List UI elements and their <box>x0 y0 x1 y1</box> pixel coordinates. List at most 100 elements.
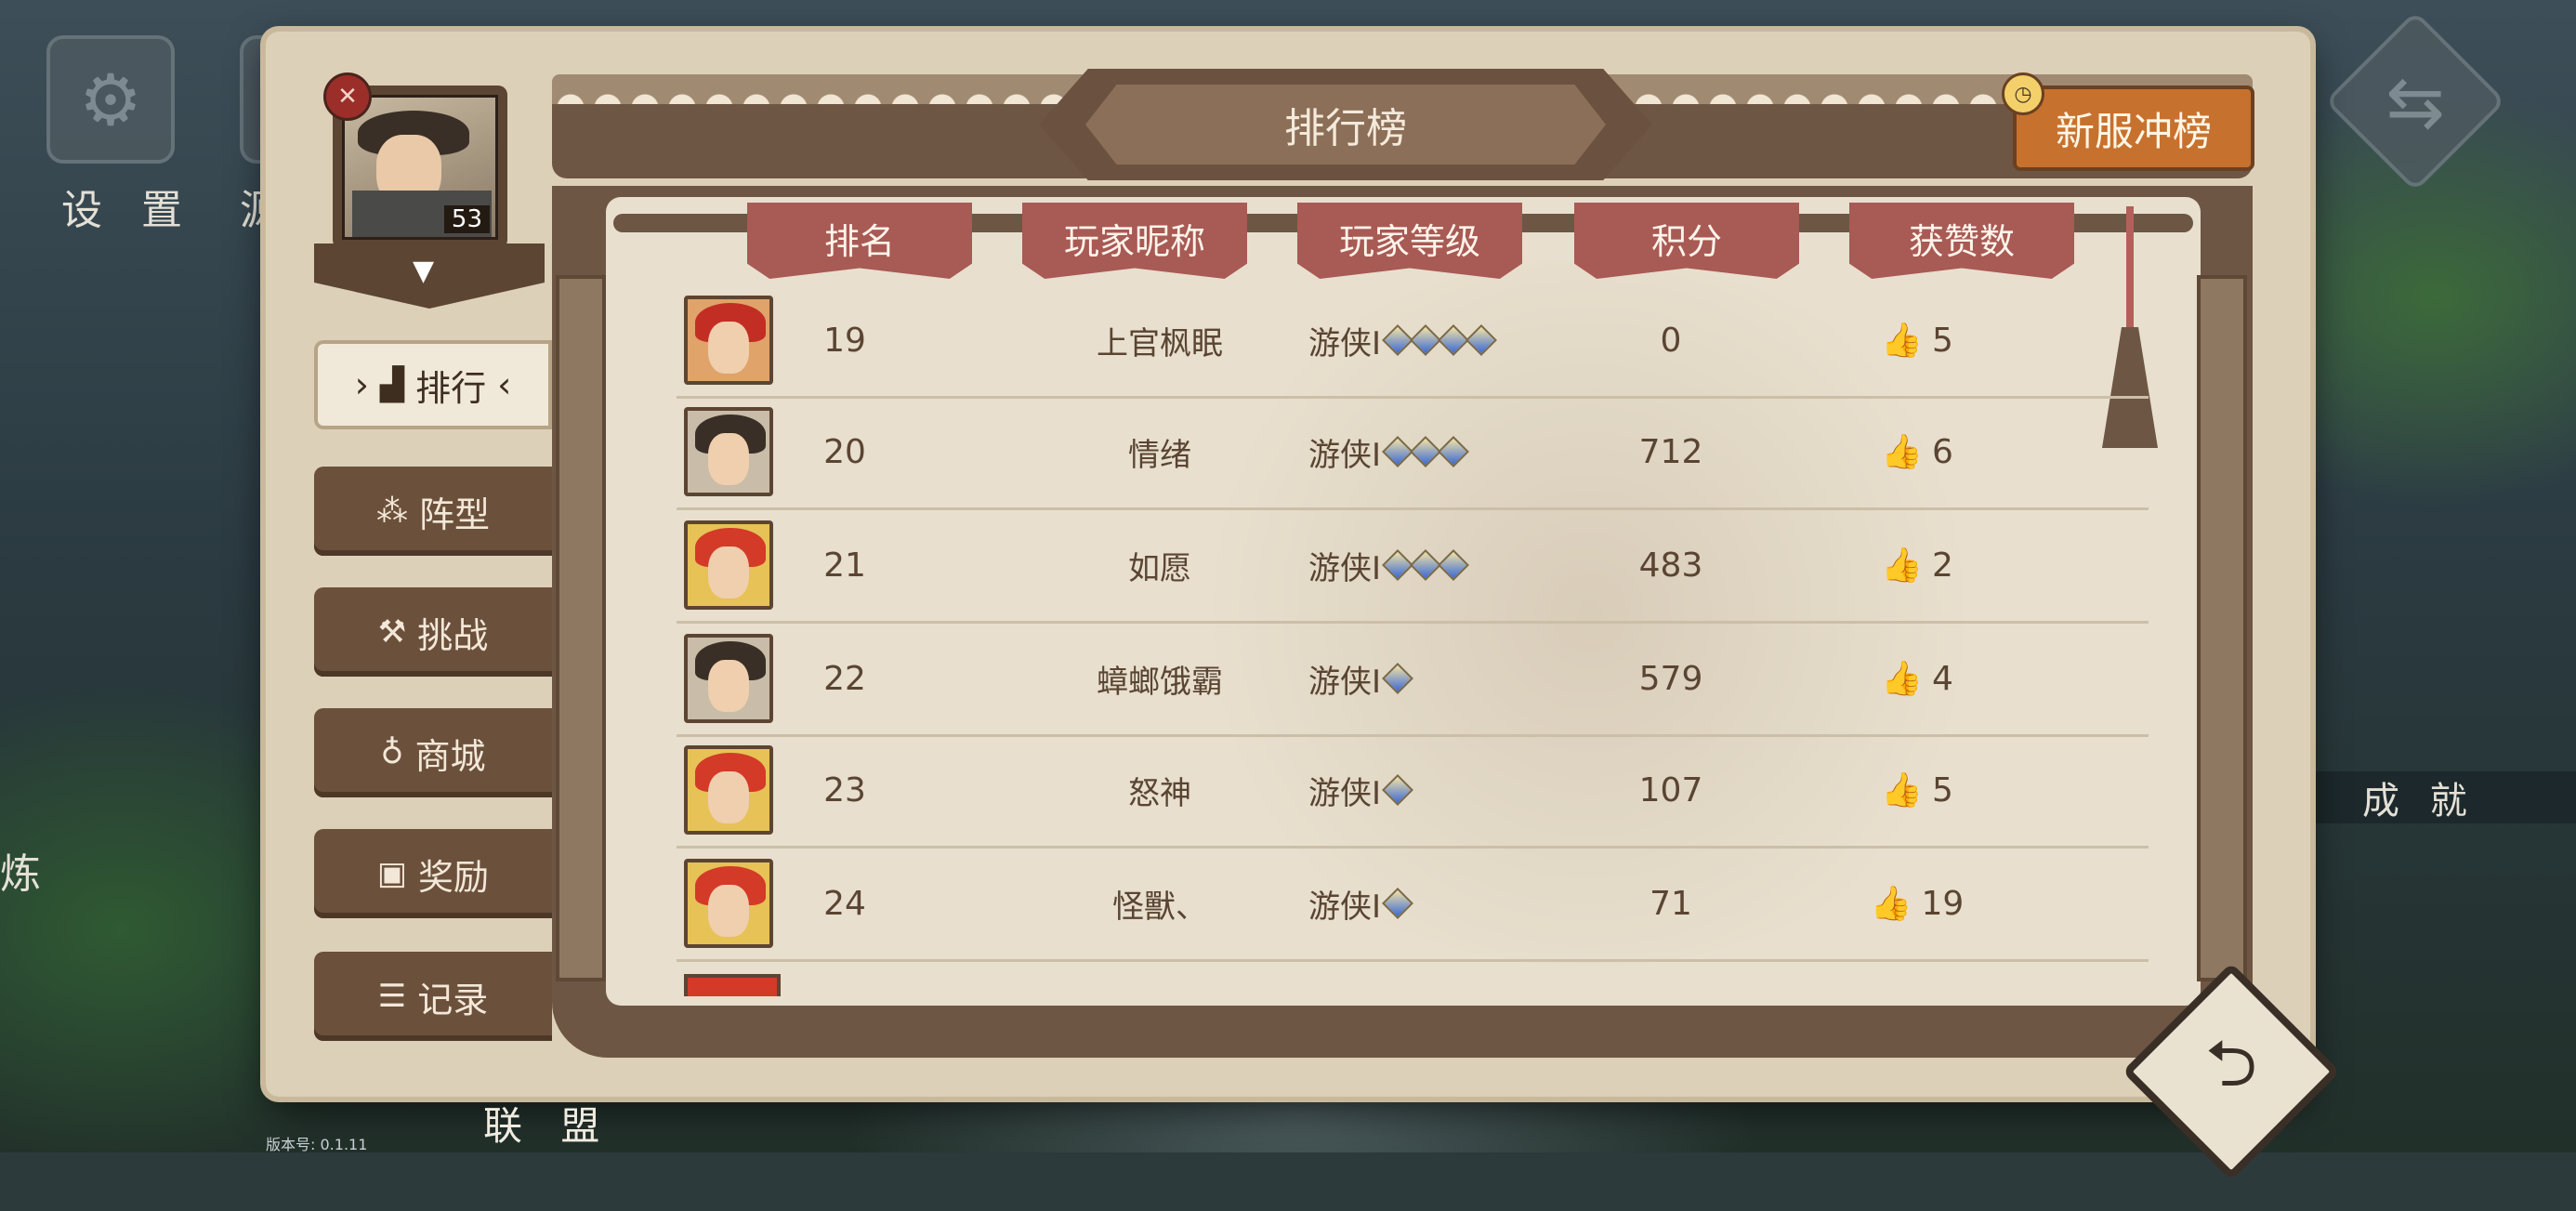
table-row[interactable]: 19 上官枫眠 游侠I 0 👍 5 <box>677 284 2149 399</box>
tab-ranking[interactable]: › ▟ 排行 ‹ <box>314 340 552 429</box>
rank-cell: 24 <box>823 884 866 923</box>
rank-cell: 19 <box>823 321 866 360</box>
score-cell: 71 <box>1649 884 1692 923</box>
next-row-avatar-partial <box>684 974 781 996</box>
table-row[interactable]: 23 怒神 游侠I 107 👍 5 <box>677 734 2149 849</box>
settings-button[interactable]: ⚙ <box>46 35 175 164</box>
level-title: 游侠I <box>1308 324 1382 362</box>
rank-diamond-icon <box>1382 549 1414 581</box>
left-pillar <box>556 275 606 981</box>
nickname-cell: 怒神 <box>1128 774 1191 812</box>
alliance-label: 联 盟 <box>483 1103 613 1149</box>
gear-icon: ⚙ <box>78 58 143 141</box>
likes-cell[interactable]: 👍 6 <box>1810 396 2024 507</box>
timer-icon: ◷ <box>2002 72 2044 115</box>
swap-arrows-icon: ⇆ <box>2385 59 2445 143</box>
tab-challenge-label: 挑战 <box>417 614 489 656</box>
formation-icon: ⁂ <box>375 493 408 530</box>
tab-ranking-label: 排行 <box>415 367 487 409</box>
tab-shop-label: 商城 <box>414 735 486 777</box>
tab-shop[interactable]: ♁ 商城 <box>314 708 552 797</box>
new-server-rank-button[interactable]: 新服冲榜 <box>2013 86 2254 171</box>
rank-cell: 22 <box>823 659 866 698</box>
table-row[interactable]: 20 情绪 游侠I 712 👍 6 <box>677 396 2149 510</box>
rank-cell: 23 <box>823 770 866 810</box>
nickname-cell: 蟑螂饿霸 <box>1097 663 1223 701</box>
player-avatar-thumb[interactable] <box>684 745 773 835</box>
table-row[interactable]: 21 如愿 游侠I 483 👍 2 <box>677 509 2149 624</box>
rank-diamond-icon <box>1465 324 1498 356</box>
avatar-face <box>708 322 749 374</box>
version-label: 版本号: <box>266 1136 316 1153</box>
avatar-face <box>708 771 749 823</box>
player-avatar-thumb[interactable] <box>684 634 773 723</box>
crossed-hammers-icon: ⚒ <box>377 613 407 651</box>
chevron-left-icon: ‹ <box>497 364 512 405</box>
player-avatar-thumb[interactable] <box>684 520 773 610</box>
score-cell: 579 <box>1638 659 1703 698</box>
leaderboard-title: 排行榜 <box>1085 85 1606 165</box>
rank-diamond-icon <box>1410 436 1442 467</box>
tab-rewards-label: 奖励 <box>418 856 490 898</box>
version-value: 0.1.11 <box>320 1136 368 1153</box>
achievement-label: 成 就 <box>2362 780 2477 823</box>
likes-count: 5 <box>1931 770 1953 810</box>
version-text: 版本号: 0.1.11 <box>266 1132 367 1154</box>
level-cell: 游侠I <box>1308 284 1550 396</box>
nickname-cell: 情绪 <box>1128 436 1191 474</box>
crossed-tools-icon: ✕ <box>323 72 372 121</box>
column-header-score: 积分 <box>1574 203 1799 279</box>
thumbs-up-icon[interactable]: 👍 <box>1881 659 1923 698</box>
thumbs-up-icon[interactable]: 👍 <box>1881 321 1923 360</box>
avatar-face <box>708 546 749 599</box>
likes-cell[interactable]: 👍 5 <box>1810 284 2024 396</box>
likes-count: 19 <box>1921 884 1965 923</box>
rank-diamond-icon <box>1438 324 1470 356</box>
chevron-right-icon: › <box>354 364 369 405</box>
likes-cell[interactable]: 👍 2 <box>1810 509 2024 621</box>
avatar-face <box>708 660 749 712</box>
likes-cell[interactable]: 👍 5 <box>1810 734 2024 846</box>
likes-cell[interactable]: 👍 4 <box>1810 623 2024 734</box>
rank-cell: 21 <box>823 546 866 585</box>
achievement-button[interactable]: 成 就 <box>2297 771 2576 823</box>
thumbs-up-icon[interactable]: 👍 <box>1881 546 1923 585</box>
thumbs-up-icon[interactable]: 👍 <box>1871 884 1912 923</box>
level-cell: 游侠I <box>1308 509 1550 621</box>
level-cell: 游侠I <box>1308 734 1550 846</box>
avatar-portrait: 53 <box>342 95 498 240</box>
rank-cell: 20 <box>823 432 866 471</box>
nickname-cell: 如愿 <box>1128 549 1191 587</box>
tab-formation-label: 阵型 <box>418 494 490 535</box>
nickname-cell: 怪獸、 <box>1112 888 1207 926</box>
player-avatar-thumb[interactable] <box>684 407 773 496</box>
rank-diamond-icon <box>1410 549 1442 581</box>
rank-diamond-icon <box>1382 774 1414 806</box>
chevron-down-icon: ▼ <box>413 255 435 287</box>
likes-count: 6 <box>1931 432 1953 471</box>
thumbs-up-icon[interactable]: 👍 <box>1881 770 1923 810</box>
thumbs-up-icon[interactable]: 👍 <box>1881 432 1923 471</box>
rank-diamond-icon <box>1382 888 1414 919</box>
avatar-face <box>708 433 749 485</box>
score-cell: 0 <box>1660 321 1682 360</box>
tab-challenge[interactable]: ⚒ 挑战 <box>314 587 552 677</box>
settings-label: 设 置 <box>61 187 195 234</box>
tab-formation[interactable]: ⁂ 阵型 <box>314 467 552 556</box>
rank-diamond-icon <box>1382 663 1414 694</box>
money-bag-icon: ♁ <box>380 734 404 771</box>
column-header-nickname: 玩家昵称 <box>1022 203 1247 279</box>
player-avatar-thumb[interactable] <box>684 296 773 385</box>
tab-rewards[interactable]: ▣ 奖励 <box>314 829 552 918</box>
likes-cell[interactable]: 👍 19 <box>1810 848 2024 959</box>
player-level: 53 <box>443 205 490 233</box>
rank-diamond-icon <box>1410 324 1442 356</box>
tab-records[interactable]: ☰ 记录 <box>314 952 552 1041</box>
table-row[interactable]: 24 怪獸、 游侠I 71 👍 19 <box>677 848 2149 962</box>
player-avatar-thumb[interactable] <box>684 859 773 948</box>
return-arrow-icon: ⮌ <box>2204 1024 2258 1101</box>
table-row[interactable]: 22 蟑螂饿霸 游侠I 579 👍 4 <box>677 623 2149 737</box>
nickname-cell: 上官枫眠 <box>1097 324 1223 362</box>
title-plaque: 排行榜 <box>1039 69 1652 180</box>
right-pillar <box>2197 275 2247 981</box>
